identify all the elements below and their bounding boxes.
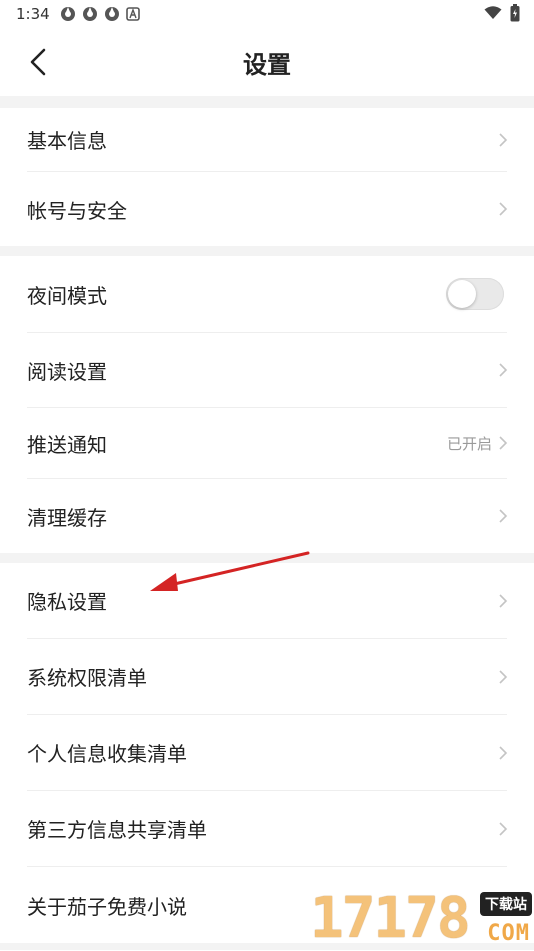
row-label: 帐号与安全: [27, 198, 127, 223]
settings-row-clear-cache[interactable]: 清理缓存: [0, 479, 534, 553]
watermark-number: 17178: [310, 886, 471, 951]
push-status-value: 已开启: [446, 434, 492, 453]
chevron-right-icon: [499, 132, 508, 147]
section-gap: [0, 246, 534, 256]
status-time: 1:34: [16, 5, 50, 23]
night-mode-toggle[interactable]: [446, 278, 504, 310]
watermark-suffix: COM: [487, 921, 530, 946]
notification-app-icon: [104, 7, 119, 21]
chevron-right-icon: [499, 745, 508, 760]
row-label: 基本信息: [27, 129, 107, 153]
chevron-right-icon: [499, 363, 508, 377]
chevron-right-icon: [499, 509, 508, 523]
notification-app-icon: [82, 7, 97, 21]
chevron-right-icon: [499, 821, 508, 836]
wifi-icon: [484, 6, 502, 19]
notification-a-icon: [125, 7, 140, 21]
status-bar: 1:34: [0, 0, 534, 28]
row-label: 隐私设置: [27, 590, 107, 614]
section-gap: [0, 96, 534, 108]
annotation-arrow: [150, 551, 310, 591]
settings-row-third-party-sharing[interactable]: 第三方信息共享清单: [0, 791, 534, 866]
settings-row-push-notification[interactable]: 推送通知 已开启: [0, 408, 534, 478]
chevron-right-icon: [499, 436, 508, 450]
chevron-right-icon: [499, 202, 508, 216]
chevron-right-icon: [499, 669, 508, 684]
row-label: 第三方信息共享清单: [27, 818, 207, 842]
back-icon[interactable]: [24, 44, 52, 80]
settings-row-system-permissions[interactable]: 系统权限清单: [0, 639, 534, 714]
settings-row-night-mode: 夜间模式: [0, 256, 534, 332]
row-label: 推送通知: [27, 432, 107, 457]
row-label: 夜间模式: [27, 283, 107, 308]
row-label: 阅读设置: [27, 359, 107, 384]
battery-icon: [510, 4, 520, 22]
watermark-tag: 下载站: [480, 892, 532, 916]
app-bar: 设置: [0, 28, 534, 96]
chevron-right-icon: [499, 593, 508, 608]
settings-row-personal-info-collection[interactable]: 个人信息收集清单: [0, 715, 534, 790]
settings-row-basic-info[interactable]: 基本信息: [0, 108, 534, 171]
watermark-logo: 17178 下载站 COM: [310, 888, 534, 950]
row-label: 系统权限清单: [27, 666, 147, 690]
settings-row-account-security[interactable]: 帐号与安全: [0, 172, 534, 246]
settings-row-reading[interactable]: 阅读设置: [0, 333, 534, 407]
row-label: 关于茄子免费小说: [27, 894, 187, 919]
toggle-knob: [448, 280, 476, 308]
row-label: 清理缓存: [27, 505, 107, 530]
notification-app-icon: [60, 7, 75, 21]
row-label: 个人信息收集清单: [27, 742, 187, 766]
page-title: 设置: [243, 50, 291, 79]
